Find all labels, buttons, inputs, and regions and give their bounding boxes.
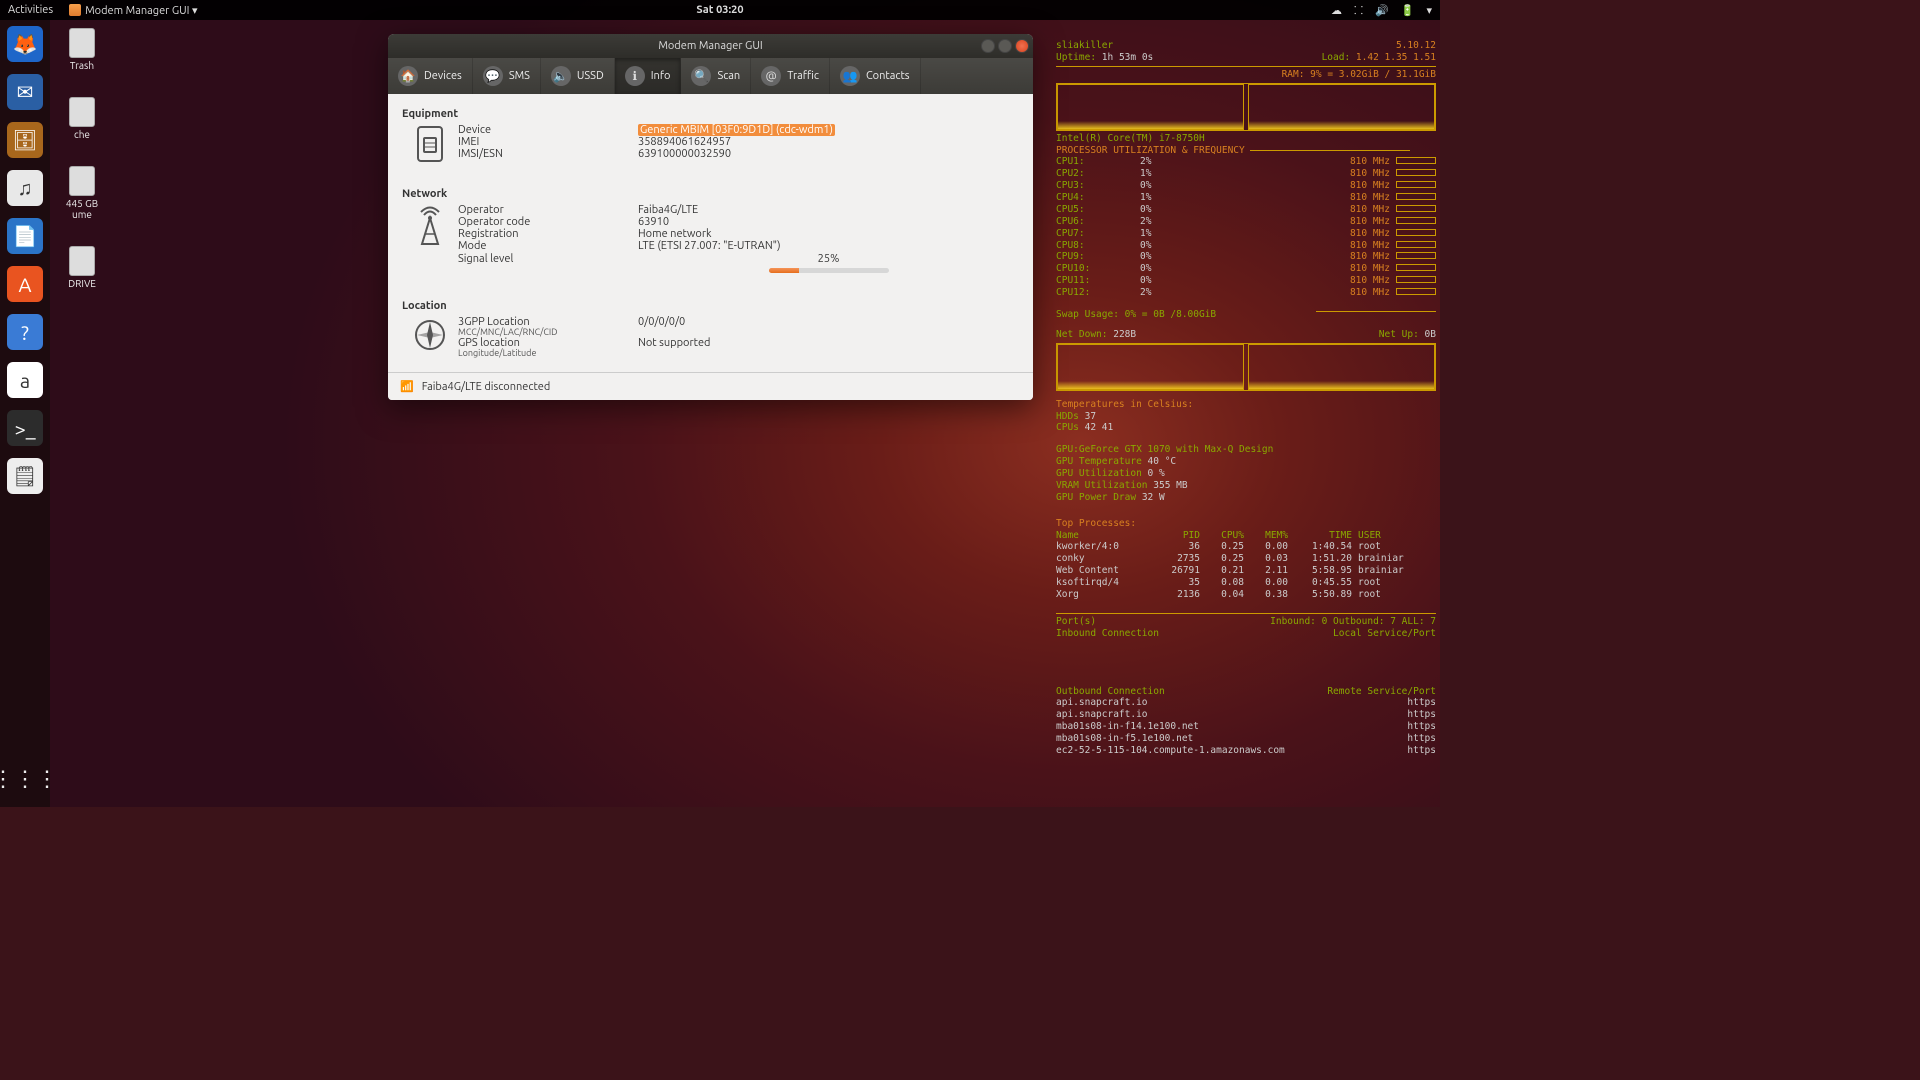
- dock-terminal[interactable]: >_: [7, 410, 43, 446]
- signal-value: 25%: [638, 252, 1019, 274]
- desktop-icon[interactable]: Trash: [52, 28, 112, 71]
- appmenu-icon: [69, 4, 81, 16]
- ussd-icon: 🔈: [551, 66, 571, 86]
- section-location: Location: [402, 300, 1019, 312]
- wifi-icon: ⸬: [1354, 3, 1363, 18]
- dock-libreoffice-writer[interactable]: 📄: [7, 218, 43, 254]
- dock-ubuntu-software[interactable]: A: [7, 266, 43, 302]
- compass-icon: [402, 316, 458, 352]
- tab-info[interactable]: ℹ Info: [615, 58, 682, 94]
- toolbar: 🏠 Devices 💬 SMS 🔈 USSD ℹ Info 🔍 Scan @ Traffic 👥 Cont…: [388, 58, 1033, 94]
- dock-files[interactable]: 🗄: [7, 122, 43, 158]
- tab-label: Traffic: [787, 70, 819, 82]
- battery-icon: 🔋: [1401, 4, 1415, 17]
- show-applications-button[interactable]: ⋮⋮⋮: [7, 761, 43, 797]
- section-equipment: Equipment: [402, 108, 1019, 120]
- status-text: Faiba4G/LTE disconnected: [422, 381, 551, 393]
- conky-overlay: sliakiller5.10.12 Uptime: 1h 53m 0sLoad:…: [1056, 40, 1436, 757]
- dock-thunderbird[interactable]: ✉: [7, 74, 43, 110]
- tab-contacts[interactable]: 👥 Contacts: [830, 58, 921, 94]
- close-button[interactable]: [1015, 39, 1029, 53]
- info-label: IMEI: [458, 136, 638, 148]
- dock-firefox[interactable]: 🦊: [7, 26, 43, 62]
- gnome-topbar: Activities Modem Manager GUI ▾ Sat 03:20…: [0, 0, 1440, 20]
- info-value: 358894061624957: [638, 136, 1019, 148]
- info-icon: ℹ: [625, 66, 645, 86]
- info-label: Operator: [458, 204, 638, 216]
- tab-ussd[interactable]: 🔈 USSD: [541, 58, 615, 94]
- status-area[interactable]: ☁ ⸬ 🔊 🔋 ▾: [1331, 3, 1432, 18]
- statusbar: 📶 Faiba4G/LTE disconnected: [388, 372, 1033, 400]
- tab-devices[interactable]: 🏠 Devices: [388, 58, 473, 94]
- info-value: 0/0/0/0/0: [638, 316, 1019, 328]
- dock-help[interactable]: ?: [7, 314, 43, 350]
- info-label: GPS locationLongitude/Latitude: [458, 337, 638, 358]
- dock-text-editor[interactable]: 🗒: [7, 458, 43, 494]
- net-graph: [1056, 343, 1436, 391]
- signal-bars-icon: 📶: [400, 380, 414, 393]
- desktop-icon[interactable]: che: [52, 97, 112, 140]
- tab-label: Scan: [717, 70, 740, 82]
- info-value: 63910: [638, 216, 1019, 228]
- activities-button[interactable]: Activities: [8, 4, 53, 16]
- dock-amazon[interactable]: a: [7, 362, 43, 398]
- desktop-icons: Trash che 445 GB ume DRIVE: [52, 28, 112, 289]
- modem-manager-window: Modem Manager GUI 🏠 Devices 💬 SMS 🔈 USSD ℹ Info…: [388, 34, 1033, 400]
- window-title: Modem Manager GUI: [658, 40, 762, 52]
- desktop-icon[interactable]: DRIVE: [52, 246, 112, 289]
- appmenu[interactable]: Modem Manager GUI ▾: [69, 4, 197, 17]
- tab-label: Devices: [424, 70, 462, 82]
- dock-rhythmbox[interactable]: ♫: [7, 170, 43, 206]
- tab-sms[interactable]: 💬 SMS: [473, 58, 541, 94]
- minimize-button[interactable]: [981, 39, 995, 53]
- cloud-icon: ☁: [1331, 4, 1342, 17]
- titlebar[interactable]: Modem Manager GUI: [388, 34, 1033, 58]
- maximize-button[interactable]: [998, 39, 1012, 53]
- section-network: Network: [402, 188, 1019, 200]
- tab-label: Info: [651, 70, 671, 82]
- chevron-down-icon: ▾: [1426, 4, 1432, 17]
- tab-label: SMS: [509, 70, 530, 82]
- volume-icon: 🔊: [1375, 4, 1389, 17]
- info-label: IMSI/ESN: [458, 148, 638, 160]
- info-value: LTE (ETSI 27.007: "E-UTRAN"): [638, 240, 1019, 252]
- info-label: Operator code: [458, 216, 638, 228]
- scan-icon: 🔍: [691, 66, 711, 86]
- info-value: Home network: [638, 228, 1019, 240]
- sms-icon: 💬: [483, 66, 503, 86]
- desktop-icon[interactable]: 445 GB ume: [52, 166, 112, 220]
- info-value: Not supported: [638, 337, 1019, 349]
- info-label: Registration: [458, 228, 638, 240]
- appmenu-label: Modem Manager GUI ▾: [85, 4, 197, 17]
- tab-traffic[interactable]: @ Traffic: [751, 58, 830, 94]
- clock[interactable]: Sat 03:20: [696, 4, 743, 16]
- devices-icon: 🏠: [398, 66, 418, 86]
- signal-label: Signal level: [458, 252, 638, 266]
- info-label: 3GPP LocationMCC/MNC/LAC/RNC/CID: [458, 316, 638, 337]
- sim-card-icon: [402, 124, 458, 162]
- tab-label: USSD: [577, 70, 604, 82]
- contacts-icon: 👥: [840, 66, 860, 86]
- dock: 🦊 ✉ 🗄 ♫ 📄 A? a >_ 🗒 ⋮⋮⋮: [0, 20, 50, 807]
- antenna-icon: [402, 204, 458, 246]
- info-value: Generic MBIM [03F0:9D1D] (cdc-wdm1): [638, 124, 1019, 136]
- traffic-icon: @: [761, 66, 781, 86]
- tab-label: Contacts: [866, 70, 910, 82]
- ram-graph: [1056, 83, 1436, 131]
- info-label: Mode: [458, 240, 638, 252]
- info-value: Faiba4G/LTE: [638, 204, 1019, 216]
- tab-scan[interactable]: 🔍 Scan: [681, 58, 751, 94]
- info-value: 639100000032590: [638, 148, 1019, 160]
- info-label: Device: [458, 124, 638, 136]
